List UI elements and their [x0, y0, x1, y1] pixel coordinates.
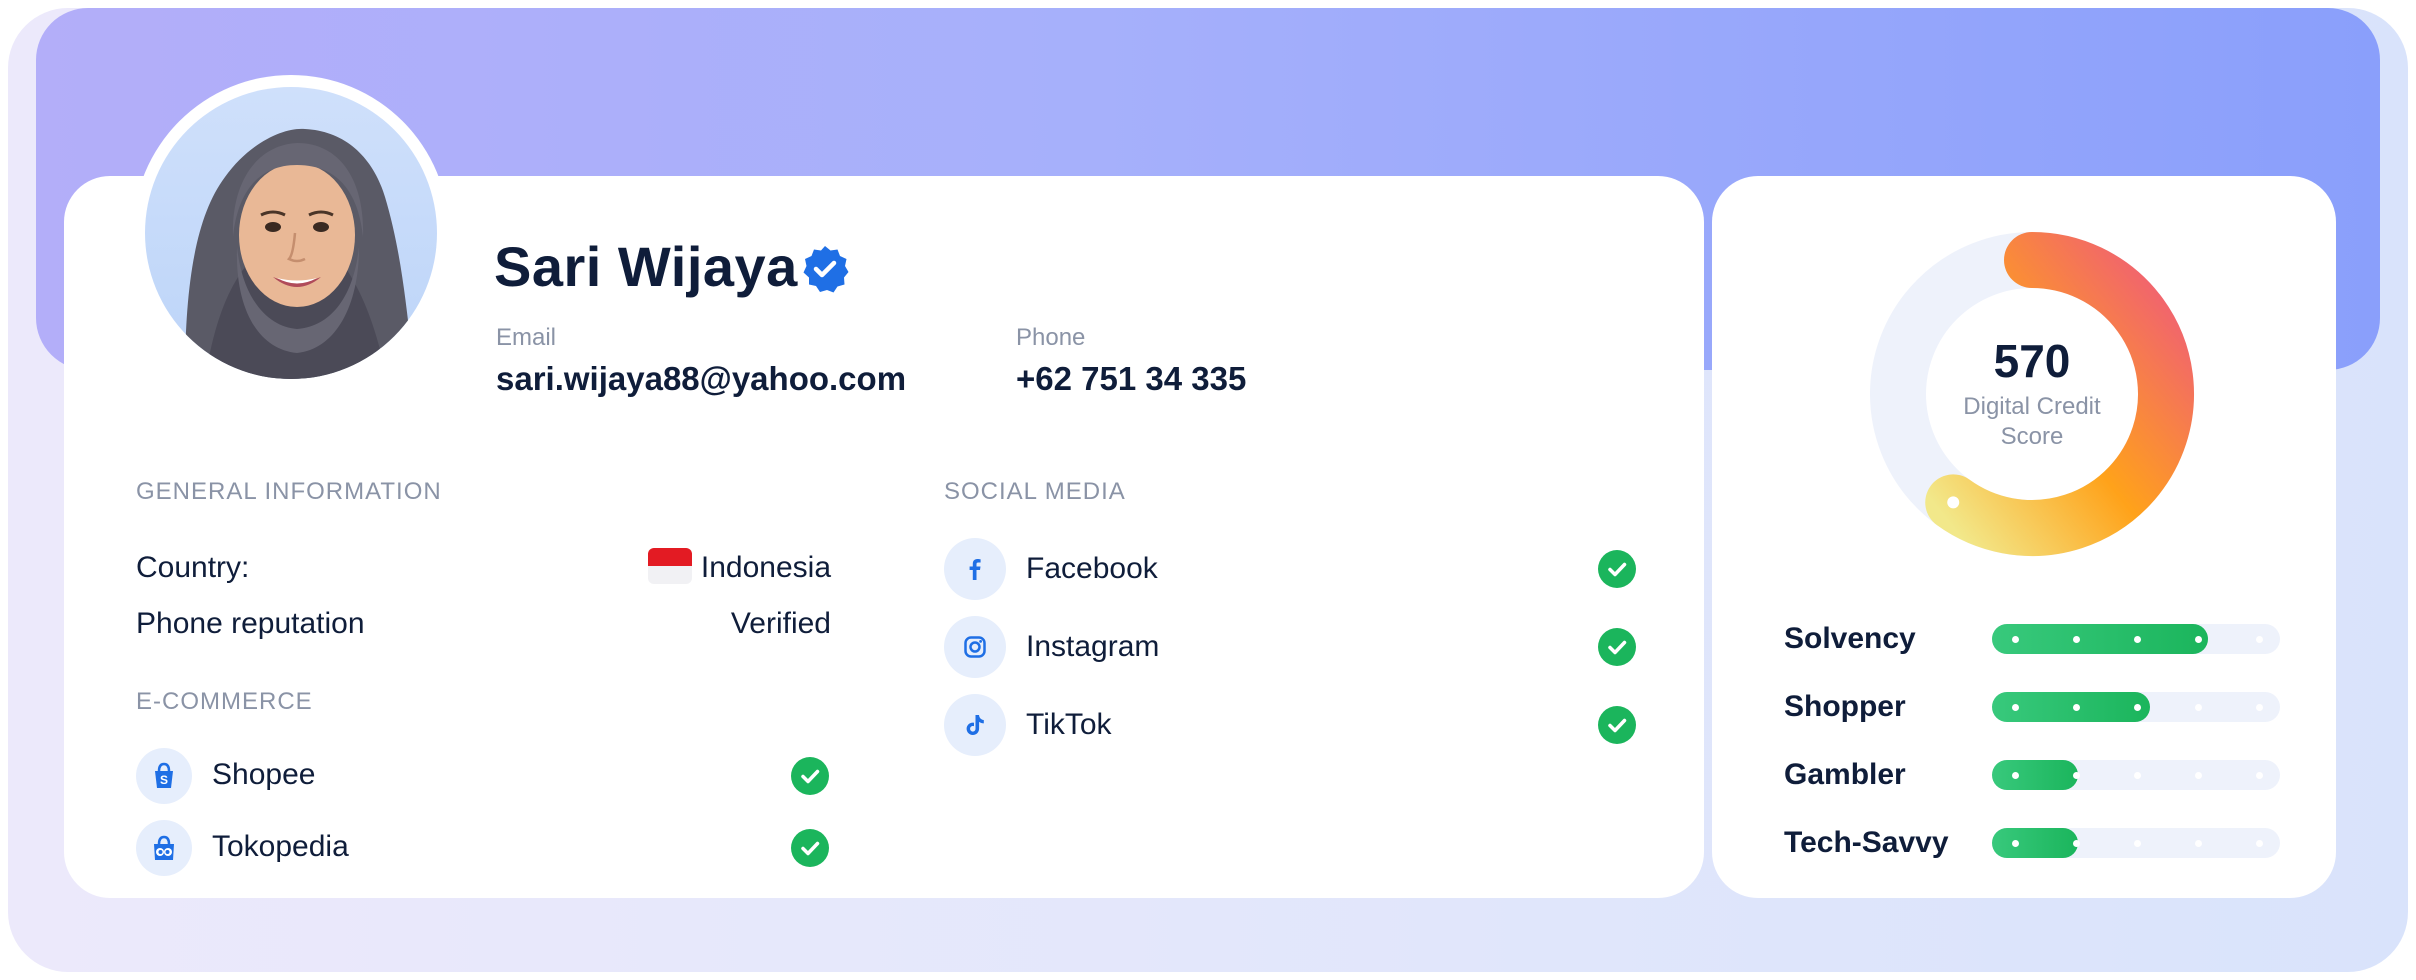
trait-label-tech-savvy: Tech-Savvy: [1784, 826, 1949, 859]
trait-bar-solvency: [1992, 624, 2280, 654]
general-information-title: GENERAL INFORMATION: [136, 478, 442, 505]
trait-bar-dot: [2012, 636, 2019, 643]
trait-label-shopper: Shopper: [1784, 690, 1906, 723]
trait-bar-fill: [1992, 760, 2078, 790]
tiktok-icon: [944, 694, 1006, 756]
gauge-knob: [1947, 496, 1960, 509]
svg-text:S: S: [160, 773, 168, 787]
country-value: Indonesia: [700, 551, 831, 584]
instagram-icon: [944, 616, 1006, 678]
avatar-portrait-illustration: [185, 128, 415, 379]
ecommerce-title: E-COMMERCE: [136, 688, 313, 715]
verified-badge-icon: [803, 246, 849, 293]
shopee-icon: S: [136, 748, 192, 804]
phone-value[interactable]: +62 751 34 335: [1016, 360, 1246, 398]
trait-bar-dot: [2256, 840, 2263, 847]
trait-bar-dot: [2012, 840, 2019, 847]
trait-bar-dot: [2195, 772, 2202, 779]
ecommerce-item-tokopedia: Tokopedia: [212, 830, 349, 863]
trait-bar-dot: [2195, 840, 2202, 847]
social-item-instagram: Instagram: [1026, 630, 1160, 663]
trait-bar-dot: [2134, 636, 2141, 643]
credit-score-label-line2: Score: [2000, 423, 2064, 450]
avatar: [145, 87, 437, 379]
check-icon: [1598, 706, 1636, 744]
trait-bar-dot: [2256, 636, 2263, 643]
phone-label: Phone: [1016, 324, 1086, 351]
trait-bar-dot: [2073, 840, 2080, 847]
credit-score-value: 570: [1993, 335, 2071, 387]
trait-bar-dot: [2134, 840, 2141, 847]
trait-bar-dot: [2073, 636, 2080, 643]
trait-bar-dot: [2195, 636, 2202, 643]
check-icon: [791, 829, 829, 867]
facebook-icon: [944, 538, 1006, 600]
check-icon: [1598, 628, 1636, 666]
phone-reputation-value: Verified: [730, 607, 831, 640]
trait-bar-dot: [2073, 772, 2080, 779]
email-label: Email: [496, 324, 557, 351]
trait-bar-dot: [2256, 772, 2263, 779]
trait-bar-shopper: [1992, 692, 2280, 722]
email-value[interactable]: sari.wijaya88@yahoo.com: [496, 360, 906, 398]
phone-reputation-label: Phone reputation: [136, 607, 365, 640]
trait-bar-tech-savvy: [1992, 828, 2280, 858]
credit-score-label: Digital Credit Score: [1912, 392, 2152, 452]
indonesia-flag-icon: [648, 548, 692, 584]
social-item-tiktok: TikTok: [1026, 708, 1112, 741]
social-media-title: SOCIAL MEDIA: [944, 478, 1126, 505]
trait-bar-fill: [1992, 828, 2078, 858]
trait-bar-dot: [2134, 772, 2141, 779]
tokopedia-icon: [136, 820, 192, 876]
trait-bar-fill: [1992, 624, 2208, 654]
check-icon: [1598, 550, 1636, 588]
trait-bar-dot: [2012, 772, 2019, 779]
ecommerce-item-shopee: Shopee: [212, 758, 316, 791]
trait-bar-dot: [2195, 704, 2202, 711]
trait-bar-dot: [2073, 704, 2080, 711]
trait-bar-dot: [2134, 704, 2141, 711]
trait-bar-dot: [2256, 704, 2263, 711]
country-label: Country:: [136, 551, 250, 584]
check-icon: [791, 757, 829, 795]
trait-label-gambler: Gambler: [1784, 758, 1906, 791]
social-item-facebook: Facebook: [1026, 552, 1158, 585]
trait-label-solvency: Solvency: [1784, 622, 1916, 655]
profile-name: Sari Wijaya: [494, 235, 798, 298]
trait-bar-dot: [2012, 704, 2019, 711]
trait-bar-gambler: [1992, 760, 2280, 790]
credit-score-label-line1: Digital Credit: [1963, 393, 2101, 420]
